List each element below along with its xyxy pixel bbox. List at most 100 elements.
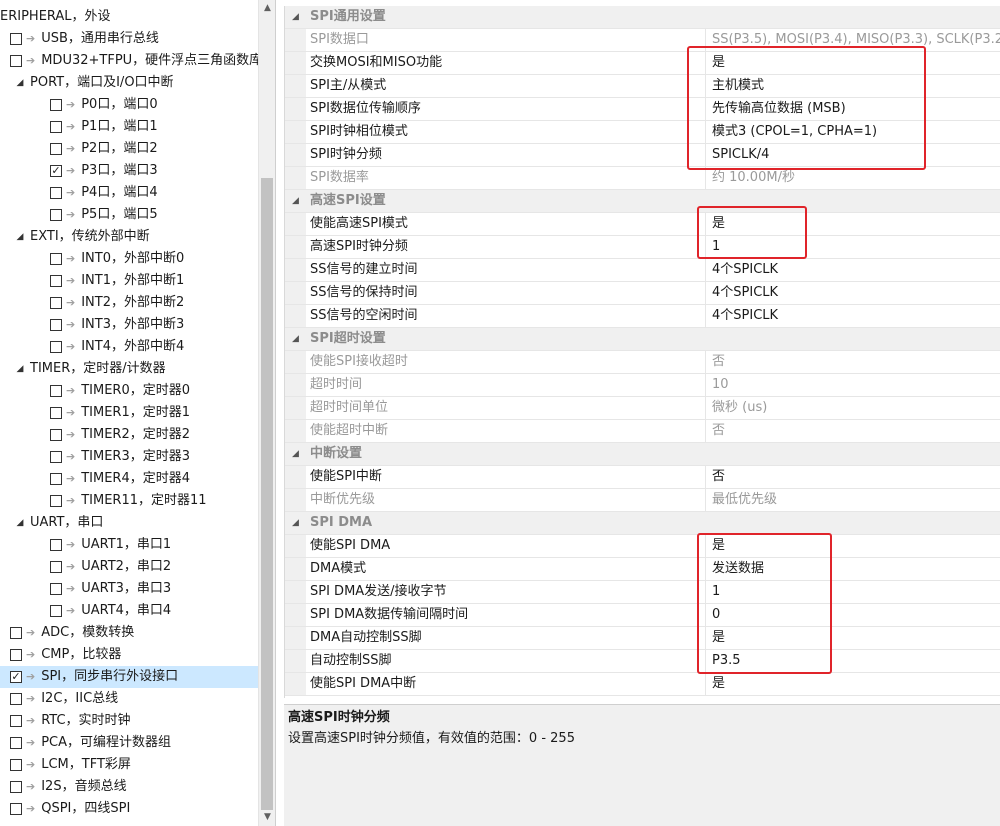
tree-item[interactable]: ➔ TIMER0，定时器0: [0, 380, 258, 402]
tree-item[interactable]: ◢ EXTI，传统外部中断: [0, 226, 258, 248]
tree-item[interactable]: ➔ UART3，串口3: [0, 578, 258, 600]
property-row[interactable]: SPI主/从模式 主机模式: [285, 75, 1000, 98]
tree-checkbox[interactable]: ✓: [50, 165, 62, 177]
tree-checkbox[interactable]: [50, 429, 62, 441]
property-value[interactable]: 模式3 (CPOL=1, CPHA=1): [706, 121, 1000, 143]
tree-item[interactable]: ➔ INT3，外部中断3: [0, 314, 258, 336]
tree-item[interactable]: ➔ TIMER4，定时器4: [0, 468, 258, 490]
property-value[interactable]: 是: [706, 52, 1000, 74]
property-row[interactable]: SPI DMA发送/接收字节 1: [285, 581, 1000, 604]
property-row[interactable]: 超时时间单位 微秒 (us): [285, 397, 1000, 420]
tree-checkbox[interactable]: [50, 253, 62, 265]
property-value[interactable]: 是: [706, 627, 1000, 649]
property-value[interactable]: 4个SPICLK: [706, 259, 1000, 281]
tree-item[interactable]: ➔ QSPI，四线SPI: [0, 798, 258, 820]
tree-checkbox[interactable]: [10, 781, 22, 793]
tree-checkbox[interactable]: [50, 385, 62, 397]
expand-triangle-icon[interactable]: ◢: [14, 358, 26, 380]
tree-item[interactable]: ➔ CMP，比较器: [0, 644, 258, 666]
tree-checkbox[interactable]: [50, 451, 62, 463]
property-value[interactable]: 是: [706, 535, 1000, 557]
tree-item[interactable]: ➔ UART4，串口4: [0, 600, 258, 622]
tree-checkbox[interactable]: [10, 649, 22, 661]
tree-checkbox[interactable]: [50, 121, 62, 133]
category-row[interactable]: ◢ SPI DMA: [285, 512, 1000, 535]
property-row[interactable]: 高速SPI时钟分频 1: [285, 236, 1000, 259]
property-row[interactable]: 使能高速SPI模式是: [285, 213, 1000, 236]
property-value[interactable]: 0: [706, 604, 1000, 626]
tree-checkbox[interactable]: [10, 693, 22, 705]
tree-item[interactable]: ➔ INT1，外部中断1: [0, 270, 258, 292]
tree-checkbox[interactable]: [50, 99, 62, 111]
property-row[interactable]: 交换MOSI和MISO功能是: [285, 52, 1000, 75]
tree-checkbox[interactable]: [50, 341, 62, 353]
property-row[interactable]: DMA自动控制SS脚是: [285, 627, 1000, 650]
tree-item[interactable]: ◢ PORT，端口及I/O口中断: [0, 72, 258, 94]
tree-checkbox[interactable]: [10, 715, 22, 727]
tree-item[interactable]: ERIPHERAL，外设: [0, 6, 258, 28]
property-row[interactable]: SPI数据位传输顺序 先传输高位数据 (MSB): [285, 98, 1000, 121]
tree-item[interactable]: ➔ P1口，端口1: [0, 116, 258, 138]
tree-item[interactable]: ➔ PCA，可编程计数器组: [0, 732, 258, 754]
tree-checkbox[interactable]: [50, 143, 62, 155]
tree-item[interactable]: ➔ RTC，实时时钟: [0, 710, 258, 732]
tree-checkbox[interactable]: [50, 583, 62, 595]
tree-checkbox[interactable]: [50, 473, 62, 485]
tree-item[interactable]: ➔ USB，通用串行总线: [0, 28, 258, 50]
collapse-triangle-icon[interactable]: ◢: [285, 512, 306, 534]
tree-checkbox[interactable]: [50, 297, 62, 309]
tree-item[interactable]: ◢ TIMER，定时器/计数器: [0, 358, 258, 380]
tree-checkbox[interactable]: ✓: [10, 671, 22, 683]
property-value[interactable]: 发送数据: [706, 558, 1000, 580]
property-grid[interactable]: ◢ SPI通用设置 SPI数据口 SS(P3.5), MOSI(P3.4), MISO…: [284, 6, 1000, 698]
tree-item[interactable]: ➔ MDU32+TFPU，硬件浮点三角函数库: [0, 50, 262, 72]
property-row[interactable]: 自动控制SS脚 P3.5: [285, 650, 1000, 673]
property-row[interactable]: SS信号的空闲时间 4个SPICLK: [285, 305, 1000, 328]
tree-checkbox[interactable]: [10, 759, 22, 771]
tree-checkbox[interactable]: [50, 209, 62, 221]
tree-item[interactable]: ➔ P0口，端口0: [0, 94, 258, 116]
tree-checkbox[interactable]: [50, 275, 62, 287]
tree-item[interactable]: ➔ TIMER3，定时器3: [0, 446, 258, 468]
tree-item[interactable]: ➔ ADC，模数转换: [0, 622, 258, 644]
tree-scrollbar[interactable]: ▲ ▼: [258, 0, 275, 826]
tree-checkbox[interactable]: [10, 33, 22, 45]
tree-item[interactable]: ◢ UART，串口: [0, 512, 258, 534]
tree-checkbox[interactable]: [10, 803, 22, 815]
tree-checkbox[interactable]: [50, 495, 62, 507]
property-row[interactable]: DMA模式 发送数据: [285, 558, 1000, 581]
property-row[interactable]: SS信号的建立时间 4个SPICLK: [285, 259, 1000, 282]
tree-item[interactable]: ➔ I2C，IIC总线: [0, 688, 258, 710]
tree-checkbox[interactable]: [50, 539, 62, 551]
tree-item[interactable]: ✓ ➔ P3口，端口3: [0, 160, 258, 182]
property-row[interactable]: 中断优先级 最低优先级: [285, 489, 1000, 512]
tree-checkbox[interactable]: [50, 187, 62, 199]
scroll-thumb[interactable]: [261, 178, 273, 810]
scroll-down-icon[interactable]: ▼: [259, 809, 275, 826]
tree-checkbox[interactable]: [10, 55, 22, 67]
property-row[interactable]: SPI时钟分频 SPICLK/4: [285, 144, 1000, 167]
tree-item[interactable]: ➔ TIMER1，定时器1: [0, 402, 258, 424]
tree-item[interactable]: ✓ ➔ SPI，同步串行外设接口: [0, 666, 258, 688]
tree-item[interactable]: ➔ INT2，外部中断2: [0, 292, 258, 314]
property-value[interactable]: 1: [706, 581, 1000, 603]
tree-item[interactable]: ➔ P2口，端口2: [0, 138, 258, 160]
tree-item[interactable]: ➔ INT4，外部中断4: [0, 336, 258, 358]
tree-item[interactable]: ➔ P4口，端口4: [0, 182, 258, 204]
property-value[interactable]: 是: [706, 673, 1000, 695]
property-value[interactable]: 先传输高位数据 (MSB): [706, 98, 1000, 120]
peripheral-tree[interactable]: ERIPHERAL，外设 ➔ USB，通用串行总线 ➔ MDU32+TFPU，硬件浮点三…: [0, 0, 276, 826]
tree-checkbox[interactable]: [50, 319, 62, 331]
expand-triangle-icon[interactable]: ◢: [14, 226, 26, 248]
property-value[interactable]: 是: [706, 213, 1000, 235]
property-row[interactable]: SPI DMA数据传输间隔时间 0: [285, 604, 1000, 627]
expand-triangle-icon[interactable]: ◢: [14, 512, 26, 534]
property-value[interactable]: SPICLK/4: [706, 144, 1000, 166]
property-row[interactable]: 使能SPI DMA 是: [285, 535, 1000, 558]
category-row[interactable]: ◢ SPI超时设置: [285, 328, 1000, 351]
property-row[interactable]: 使能SPI中断否: [285, 466, 1000, 489]
category-row[interactable]: ◢ 中断设置: [285, 443, 1000, 466]
tree-item[interactable]: ➔ UART1，串口1: [0, 534, 258, 556]
property-value[interactable]: 主机模式: [706, 75, 1000, 97]
category-row[interactable]: ◢ SPI通用设置: [285, 6, 1000, 29]
